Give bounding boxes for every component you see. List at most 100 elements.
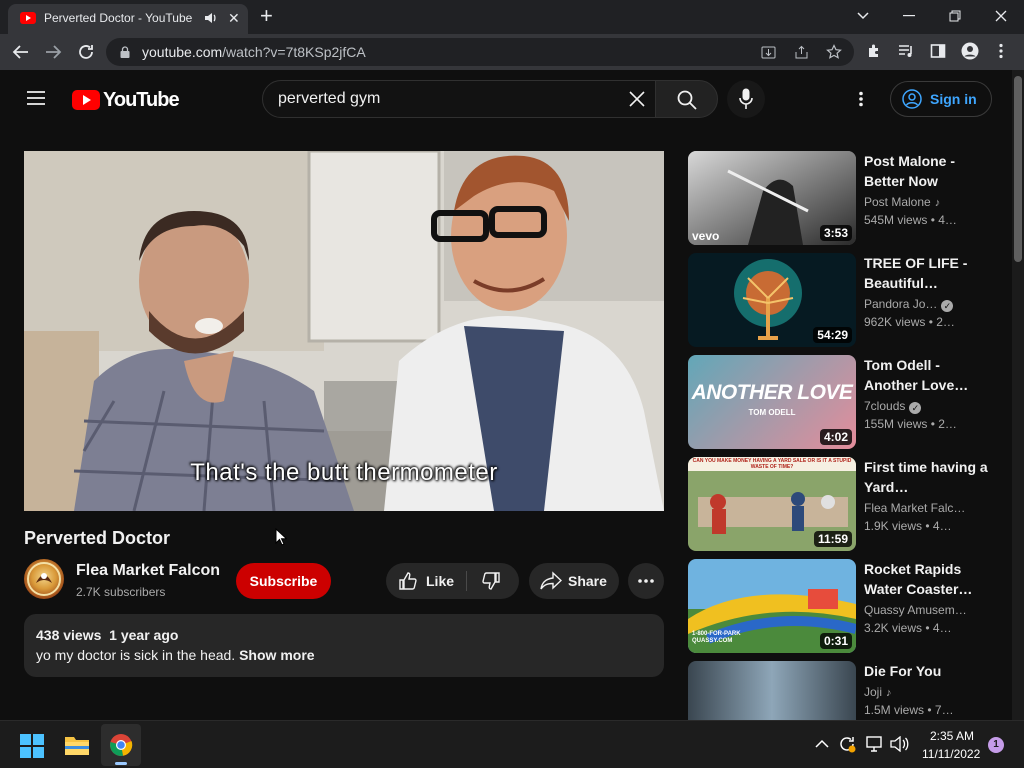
recommendation-item[interactable]: ANOTHER LOVE TOM ODELL 4:02 Tom Odell - … (688, 355, 1004, 449)
description-box[interactable]: 438 views 1 year ago yo my doctor is sic… (24, 614, 664, 677)
sign-in-button[interactable]: Sign in (890, 81, 992, 117)
search-input[interactable]: perverted gym (262, 80, 656, 118)
side-panel-icon[interactable] (930, 43, 946, 59)
recommendation-meta: 1.5M views • 7… (864, 703, 954, 717)
show-more-link[interactable]: Show more (239, 647, 314, 663)
recommendation-channel[interactable]: Flea Market Falc… (864, 501, 965, 515)
youtube-header: YouTube perverted gym Sign in (0, 70, 1012, 127)
clear-search-icon[interactable] (629, 91, 645, 107)
minimize-icon[interactable] (894, 5, 924, 27)
speaker-icon[interactable] (204, 12, 218, 24)
address-bar[interactable]: youtube.com/watch?v=7t8KSp2jfCA (106, 38, 854, 66)
more-actions-button[interactable] (628, 563, 664, 599)
forward-icon[interactable] (44, 43, 62, 61)
music-note-icon: ♪ (886, 687, 892, 699)
back-icon[interactable] (12, 43, 30, 61)
install-app-icon[interactable] (761, 45, 776, 60)
video-duration: 54:29 (813, 327, 852, 343)
subscriber-count: 2.7K subscribers (76, 585, 166, 599)
browser-tab-strip: Perverted Doctor - YouTube ✕ + (0, 0, 1024, 34)
share-page-icon[interactable] (794, 45, 809, 60)
description-text: yo my doctor is sick in the head. Show m… (36, 647, 315, 663)
subscribe-button[interactable]: Subscribe (236, 563, 331, 599)
recommendation-channel[interactable]: Pandora Jo… ✓ (864, 297, 954, 312)
verified-check-icon: ✓ (941, 300, 954, 312)
recommendation-thumbnail[interactable]: CAN YOU MAKE MONEY HAVING A YARD SALE OR… (688, 457, 856, 551)
recommendation-title[interactable]: Rocket Rapids Water Coaster… (864, 559, 996, 599)
volume-icon[interactable] (890, 736, 910, 752)
recommendation-title[interactable]: Post Malone - Better Now (864, 151, 996, 191)
thumbnail-text: 1-800-FOR-PARK QUASSY.COM (692, 631, 741, 644)
share-icon (540, 571, 562, 591)
chrome-taskbar-button[interactable] (101, 724, 141, 766)
profile-icon[interactable] (961, 42, 979, 60)
notification-badge[interactable]: 1 (988, 737, 1004, 753)
like-button[interactable]: Like (426, 573, 454, 589)
voice-search-button[interactable] (727, 80, 765, 118)
recommendation-title[interactable]: TREE OF LIFE - Beautiful… (864, 253, 996, 293)
window-close-icon[interactable] (986, 5, 1016, 27)
recommendation-item[interactable]: vevo 3:53 Post Malone - Better Now Post … (688, 151, 1004, 245)
scrollbar-thumb[interactable] (1014, 76, 1022, 262)
recommendation-channel[interactable]: Joji ♪ (864, 685, 892, 699)
recommendation-channel[interactable]: Quassy Amusem… (864, 603, 967, 617)
recommendation-thumbnail[interactable]: 54:29 (688, 253, 856, 347)
recommendation-thumbnail[interactable]: ANOTHER LOVE TOM ODELL 4:02 (688, 355, 856, 449)
hamburger-menu-icon[interactable] (26, 90, 46, 106)
network-icon[interactable] (866, 736, 884, 752)
video-title: Perverted Doctor (24, 528, 171, 548)
recommendation-title[interactable]: First time having a Yard… (864, 457, 996, 497)
extensions-puzzle-icon[interactable] (866, 43, 882, 59)
media-controls-icon[interactable] (898, 43, 914, 59)
new-tab-plus-icon[interactable]: + (260, 5, 273, 27)
search-input-value[interactable]: perverted gym (278, 90, 380, 108)
view-count: 438 views (36, 627, 102, 643)
youtube-logo-text[interactable]: YouTube (103, 89, 180, 112)
page-scrollbar[interactable] (1012, 70, 1024, 720)
recommendation-thumbnail[interactable]: vevo 3:53 (688, 151, 856, 245)
recommendation-item[interactable]: 54:29 TREE OF LIFE - Beautiful… Pandora … (688, 253, 1004, 347)
browser-tab-active[interactable]: Perverted Doctor - YouTube ✕ (8, 4, 248, 34)
channel-avatar[interactable] (24, 559, 64, 599)
browser-menu-kebab-icon[interactable] (998, 43, 1004, 59)
recommendation-item[interactable]: CAN YOU MAKE MONEY HAVING A YARD SALE OR… (688, 457, 1004, 551)
recommendation-item[interactable]: 1-800-FOR-PARK QUASSY.COM 0:31 Rocket Ra… (688, 559, 1004, 653)
recommendation-title[interactable]: Tom Odell - Another Love… (864, 355, 996, 395)
vevo-watermark: vevo (692, 229, 720, 243)
youtube-logo-icon[interactable] (72, 90, 100, 110)
channel-name[interactable]: Flea Market Falcon (76, 562, 220, 580)
recommendation-thumbnail[interactable]: 1-800-FOR-PARK QUASSY.COM 0:31 (688, 559, 856, 653)
thumbs-up-icon[interactable] (398, 571, 418, 591)
thumbs-down-icon[interactable] (481, 571, 501, 591)
tab-close-icon[interactable]: ✕ (228, 11, 240, 25)
share-button[interactable]: Share (529, 563, 619, 599)
taskbar-clock-date[interactable]: 11/11/2022 (922, 747, 980, 761)
windows-taskbar: 2:35 AM 11/11/2022 1 (0, 720, 1024, 768)
youtube-favicon (20, 12, 36, 24)
tray-chevron-up-icon[interactable] (815, 739, 829, 749)
browser-toolbar: youtube.com/watch?v=7t8KSp2jfCA (0, 34, 1024, 70)
bookmark-star-icon[interactable] (826, 44, 842, 60)
sync-status-icon[interactable] (838, 735, 856, 753)
video-duration: 0:31 (819, 633, 852, 649)
lock-icon[interactable] (120, 46, 130, 58)
tab-search-chevron-icon[interactable] (848, 5, 878, 27)
file-explorer-icon[interactable] (64, 734, 90, 756)
video-player[interactable]: That's the butt thermometer (24, 151, 664, 511)
thumbnail-subtext: TOM ODELL (748, 408, 796, 417)
settings-kebab-icon[interactable] (858, 91, 864, 107)
sign-in-label: Sign in (930, 91, 977, 107)
url-text: youtube.com/watch?v=7t8KSp2jfCA (142, 44, 366, 60)
video-duration: 11:59 (813, 531, 852, 547)
recommendation-channel[interactable]: 7clouds ✓ (864, 399, 922, 414)
search-button[interactable] (655, 80, 718, 118)
taskbar-clock-time[interactable]: 2:35 AM (930, 729, 974, 743)
recommendation-meta: 962K views • 2… (864, 315, 955, 329)
reload-icon[interactable] (77, 43, 95, 61)
recommendation-meta: 1.9K views • 4… (864, 519, 952, 533)
music-note-icon: ♪ (934, 197, 941, 209)
windows-start-icon[interactable] (20, 734, 44, 758)
account-icon (902, 89, 922, 109)
recommendation-channel[interactable]: Post Malone ♪ (864, 195, 940, 209)
restore-icon[interactable] (940, 5, 970, 27)
